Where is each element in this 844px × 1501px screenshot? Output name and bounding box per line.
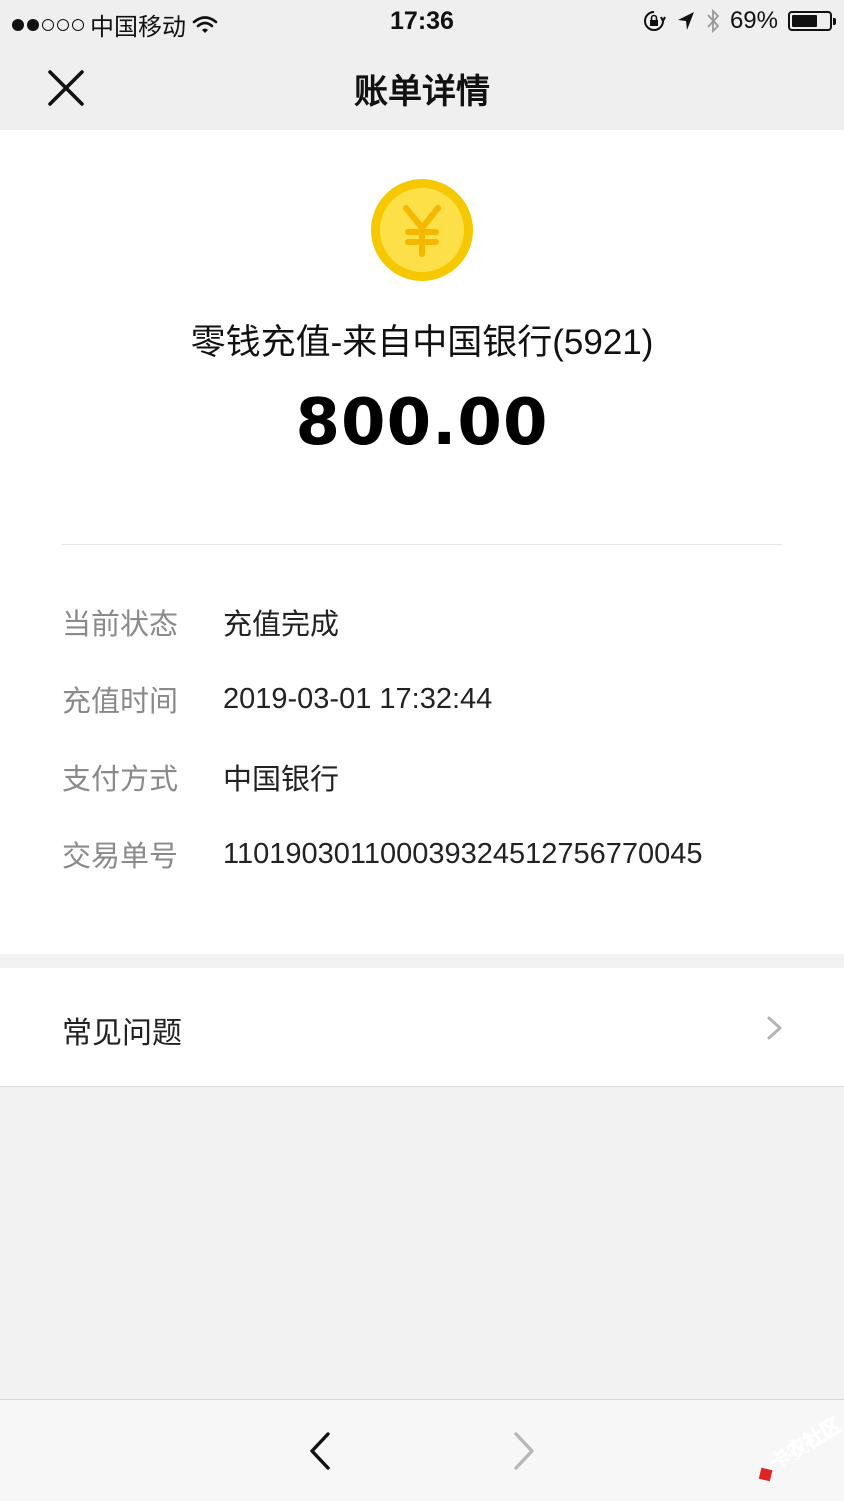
yuan-coin-icon <box>371 179 473 281</box>
watermark-logo: 卡农社区 <box>758 1412 842 1482</box>
detail-row-payment-method: 支付方式 中国银行 <box>62 757 339 797</box>
back-button[interactable] <box>304 1430 338 1472</box>
rotation-lock-icon <box>643 11 666 31</box>
forward-button[interactable] <box>506 1430 540 1472</box>
detail-label: 充值时间 <box>62 686 179 718</box>
detail-value: 中国银行 <box>223 764 340 796</box>
battery-icon <box>788 11 836 31</box>
bill-summary-card: 零钱充值-来自中国银行(5921) 800.00 当前状态 充值完成 充值时间 … <box>0 130 844 954</box>
forward-arrow-icon <box>514 1432 534 1470</box>
faq-link[interactable]: 常见问题 <box>0 968 844 1087</box>
detail-row-transaction-id: 交易单号 110190301100039324512756770045 <box>62 834 703 874</box>
battery-level-fill <box>792 15 817 27</box>
detail-label: 支付方式 <box>62 764 179 796</box>
transaction-amount: 800.00 <box>295 386 549 460</box>
divider <box>62 544 782 545</box>
status-bar-right: 69% <box>642 7 836 35</box>
back-arrow-icon <box>310 1432 330 1470</box>
detail-value[interactable]: 110190301100039324512756770045 <box>223 838 703 871</box>
status-bar: 中国移动 17:36 69% <box>0 0 844 44</box>
page-title: 账单详情 <box>354 73 490 111</box>
browser-toolbar <box>0 1399 844 1501</box>
detail-value: 充值完成 <box>223 609 340 641</box>
faq-label: 常见问题 <box>62 1017 182 1050</box>
navigation-bar: 账单详情 <box>0 44 844 130</box>
detail-row-time: 充值时间 2019-03-01 17:32:44 <box>62 679 492 719</box>
battery-percent: 69% <box>729 7 778 34</box>
detail-row-status: 当前状态 充值完成 <box>62 602 339 642</box>
transaction-title: 零钱充值-来自中国银行(5921) <box>190 323 654 362</box>
svg-text:卡农社区: 卡农社区 <box>765 1412 842 1475</box>
detail-label: 当前状态 <box>62 609 179 641</box>
detail-label: 交易单号 <box>62 841 179 873</box>
bluetooth-icon <box>707 8 720 34</box>
detail-value: 2019-03-01 17:32:44 <box>223 682 493 715</box>
location-arrow-icon <box>677 12 694 30</box>
chevron-right-icon <box>767 1016 782 1040</box>
